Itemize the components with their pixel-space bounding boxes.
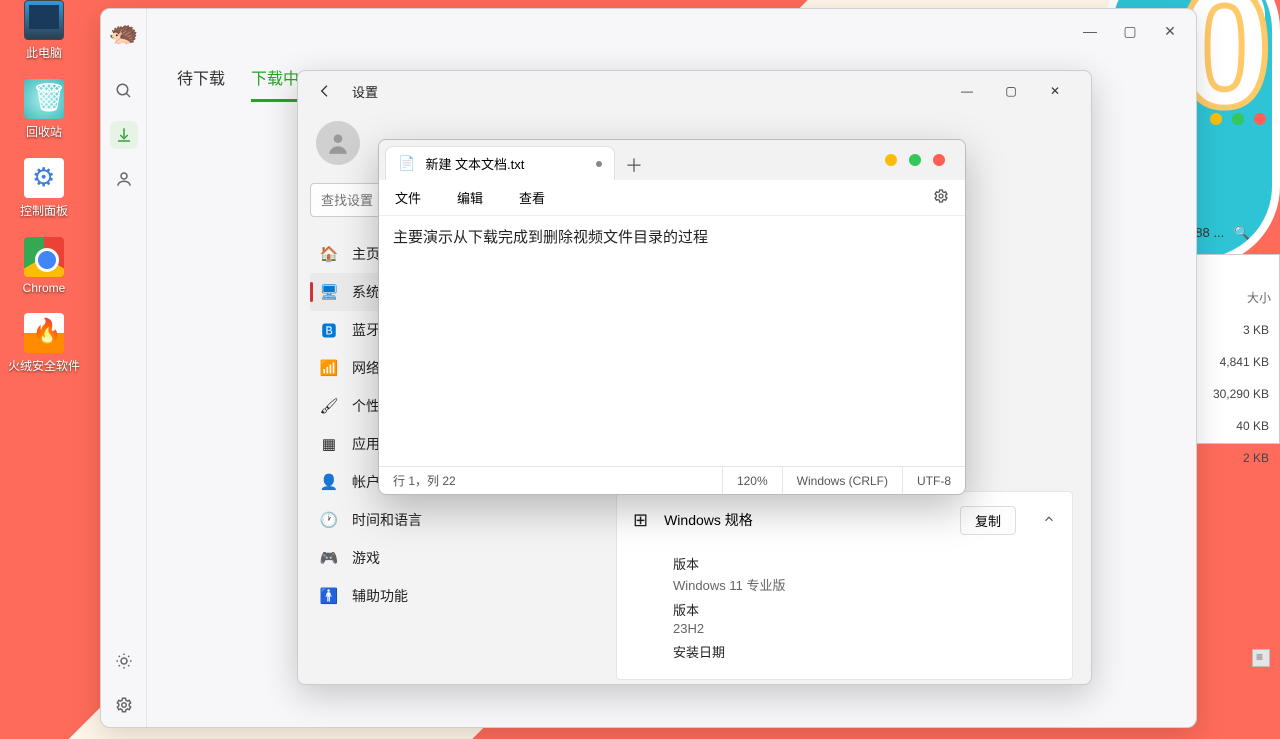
nav-game[interactable]: 🎮游戏 <box>310 539 586 577</box>
minimize-button[interactable]: ― <box>945 75 989 107</box>
back-button[interactable] <box>312 78 338 104</box>
tab-pending[interactable]: 待下载 <box>177 59 225 102</box>
home-icon: 🏠 <box>320 245 338 263</box>
desktop-icons: 此电脑 回收站 控制面板 Chrome 火绒安全软件 <box>8 0 80 392</box>
downloader-sidebar <box>101 9 147 727</box>
spec-version-key: 版本 <box>673 600 1056 619</box>
desktop-icon-label: Chrome <box>8 281 80 295</box>
desktop-icon-this-pc[interactable]: 此电脑 <box>8 0 80 61</box>
menu-view[interactable]: 查看 <box>513 184 551 211</box>
nav-time-lang[interactable]: 🕐时间和语言 <box>310 501 586 539</box>
account-icon: 👤 <box>320 473 338 491</box>
file-size-cell: 3 KB <box>1191 314 1279 346</box>
gamepad-icon: 🎮 <box>320 549 338 567</box>
notepad-tabbar: 📄 新建 文本文档.txt ＋ <box>379 140 965 180</box>
status-eol[interactable]: Windows (CRLF) <box>783 467 903 494</box>
gear-icon[interactable] <box>927 184 955 211</box>
app-logo[interactable] <box>109 19 139 49</box>
unsaved-indicator <box>596 161 602 167</box>
notepad-menubar: 文件 编辑 查看 <box>379 180 965 216</box>
minimize-button[interactable]: ― <box>1072 17 1108 45</box>
desktop-icon-recycle-bin[interactable]: 回收站 <box>8 79 80 140</box>
monitor-icon <box>24 0 64 40</box>
tab-downloading[interactable]: 下载中 <box>251 59 299 102</box>
window-traffic-lights <box>1210 113 1266 125</box>
menu-edit[interactable]: 编辑 <box>451 184 489 211</box>
bluetooth-icon: 🅱 <box>320 321 338 339</box>
clock-icon: 🕐 <box>320 511 338 529</box>
minimize-dot[interactable] <box>1210 113 1222 125</box>
notepad-content: 主要演示从下载完成到删除视频文件目录的过程 <box>393 229 708 246</box>
grid-icon: ⊞ <box>633 510 648 531</box>
window-controls: ― ▢ ✕ <box>1072 17 1188 45</box>
close-dot[interactable] <box>933 154 945 166</box>
status-encoding[interactable]: UTF-8 <box>903 467 965 494</box>
spec-edition-value: Windows 11 专业版 <box>673 575 1056 594</box>
document-icon: 📄 <box>398 155 415 172</box>
maximize-dot[interactable] <box>1232 113 1244 125</box>
file-explorer-fragment: 大小 3 KB 4,841 KB 30,290 KB 40 KB 2 KB <box>1190 254 1280 444</box>
minimize-dot[interactable] <box>885 154 897 166</box>
windows-spec-card: ⊞ Windows 规格 复制 版本Windows 11 专业版 版本23H2 … <box>616 491 1073 680</box>
copy-button[interactable]: 复制 <box>960 506 1016 535</box>
notepad-tab[interactable]: 📄 新建 文本文档.txt <box>385 146 615 180</box>
close-button[interactable]: ✕ <box>1033 75 1077 107</box>
notepad-statusbar: 行 1，列 22 120% Windows (CRLF) UTF-8 <box>379 466 965 494</box>
search-icon[interactable] <box>110 77 138 105</box>
file-size-cell: 30,290 KB <box>1191 378 1279 410</box>
settings-title: 设置 <box>352 82 378 101</box>
brush-icon: 🖌 <box>320 397 338 415</box>
window-traffic-lights <box>885 154 959 166</box>
notepad-textarea[interactable]: 主要演示从下载完成到删除视频文件目录的过程 <box>379 216 965 466</box>
spec-edition-key: 版本 <box>673 554 1056 573</box>
status-cursor-pos: 行 1，列 22 <box>379 467 723 494</box>
card-title: Windows 规格 <box>664 510 753 530</box>
window-controls: ― ▢ ✕ <box>945 75 1077 107</box>
nav-accessibility[interactable]: 🚹辅助功能 <box>310 577 586 615</box>
close-button[interactable]: ✕ <box>1152 17 1188 45</box>
desktop-icon-label: 控制面板 <box>8 202 80 219</box>
file-size-cell: 4,841 KB <box>1191 346 1279 378</box>
maximize-dot[interactable] <box>909 154 921 166</box>
settings-titlebar: 设置 ― ▢ ✕ <box>298 71 1091 111</box>
spec-version-value: 23H2 <box>673 621 1056 636</box>
system-icon: 🖥 <box>320 283 338 301</box>
desktop-icon-label: 回收站 <box>8 123 80 140</box>
wifi-icon: 📶 <box>320 359 338 377</box>
size-column-header[interactable]: 大小 <box>1191 255 1279 314</box>
desktop-icon-label: 此电脑 <box>8 44 80 61</box>
accessibility-icon: 🚹 <box>320 587 338 605</box>
scrollbar-corner[interactable] <box>1252 649 1270 667</box>
apps-icon: ▦ <box>320 435 338 453</box>
control-panel-icon <box>24 158 64 198</box>
maximize-button[interactable]: ▢ <box>989 75 1033 107</box>
avatar-icon <box>316 121 360 165</box>
settings-icon[interactable] <box>110 691 138 719</box>
maximize-button[interactable]: ▢ <box>1112 17 1148 45</box>
desktop-icon-label: 火绒安全软件 <box>8 357 80 374</box>
file-size-cell: 40 KB <box>1191 410 1279 442</box>
download-icon[interactable] <box>110 121 138 149</box>
user-icon[interactable] <box>110 165 138 193</box>
recycle-bin-icon <box>24 79 64 119</box>
desktop-icon-control-panel[interactable]: 控制面板 <box>8 158 80 219</box>
desktop-icon-chrome[interactable]: Chrome <box>8 237 80 295</box>
file-size-cell: 2 KB <box>1191 442 1279 474</box>
chrome-icon <box>24 237 64 277</box>
spec-install-key: 安装日期 <box>673 642 1056 661</box>
search-icon[interactable]: 🔍 <box>1234 225 1250 240</box>
tab-title: 新建 文本文档.txt <box>425 154 524 173</box>
chevron-up-icon[interactable] <box>1042 512 1056 529</box>
theme-icon[interactable] <box>110 647 138 675</box>
notepad-window: 📄 新建 文本文档.txt ＋ 文件 编辑 查看 主要演示从下载完成到删除视频文… <box>378 139 966 495</box>
close-dot[interactable] <box>1254 113 1266 125</box>
new-tab-button[interactable]: ＋ <box>619 150 649 180</box>
desktop-icon-huorong[interactable]: 火绒安全软件 <box>8 313 80 374</box>
status-zoom[interactable]: 120% <box>723 467 783 494</box>
menu-file[interactable]: 文件 <box>389 184 427 211</box>
huorong-icon <box>24 313 64 353</box>
